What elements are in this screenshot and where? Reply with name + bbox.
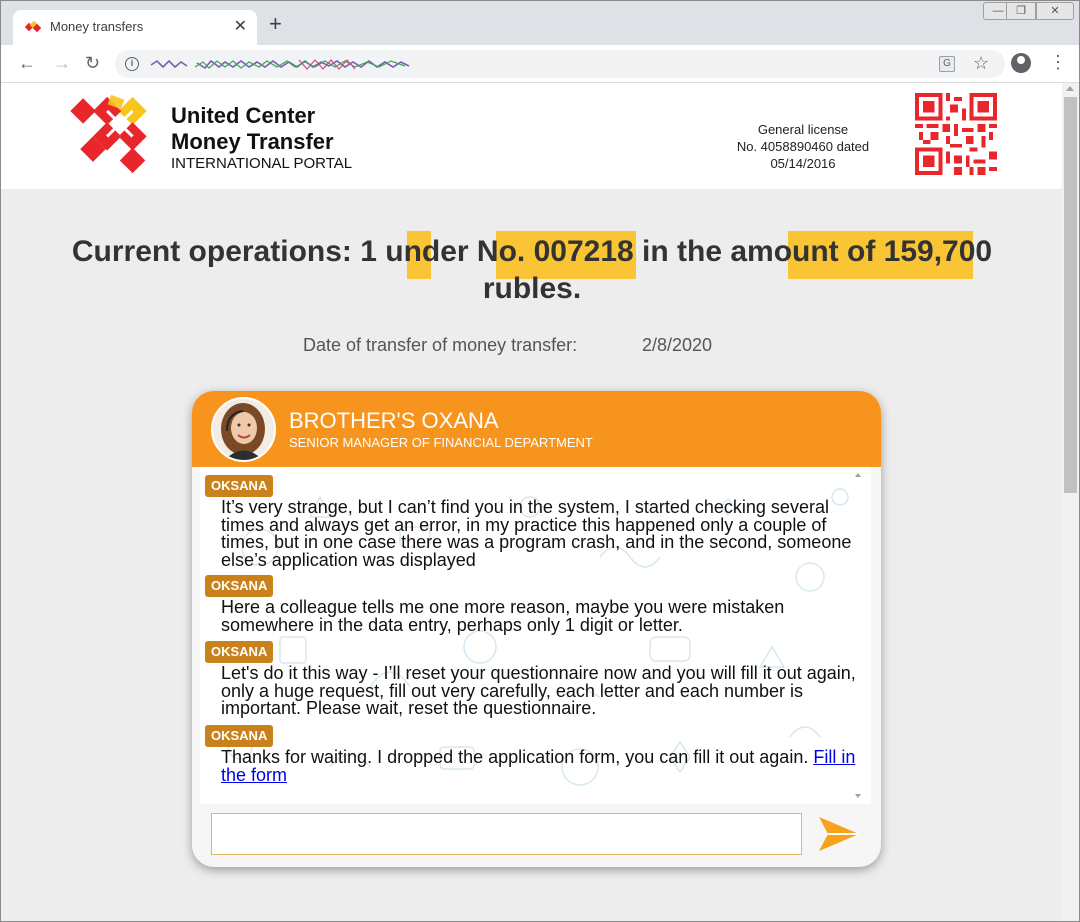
agent-role: SENIOR MANAGER OF FINANCIAL DEPARTMENT — [289, 435, 593, 450]
chat-message: Let's do it this way - I’ll reset your q… — [221, 663, 856, 718]
license-line-1: General license — [757, 122, 849, 137]
star-icon[interactable]: ☆ — [973, 53, 989, 74]
brand-line-1: United Center — [171, 103, 316, 128]
address-bar[interactable]: i G ☆ — [115, 50, 1005, 78]
chat-messages[interactable]: OKSANA It’s very strange, but I can’t fi… — [200, 467, 871, 804]
agent-name: BROTHER'S OXANA — [289, 408, 499, 433]
forward-button[interactable]: → — [53, 53, 71, 73]
chat-message-input[interactable] — [211, 813, 802, 855]
chat-header: BROTHER'S OXANA SENIOR MANAGER OF FINANC… — [192, 391, 881, 467]
chat-message: Here a colleague tells me one more reaso… — [221, 597, 785, 635]
transfer-date-label: Date of transfer of money transfer: — [303, 335, 578, 355]
messages-scrollbar[interactable] — [852, 467, 864, 804]
chat-message: It’s very strange, but I can’t find you … — [221, 497, 852, 570]
license-info: General license No. 4058890460 dated 05/… — [713, 121, 893, 172]
browser-toolbar: ← → ↻ i G ☆ ⋮ — [1, 45, 1079, 83]
transfer-date-value: 2/8/2020 — [642, 335, 713, 355]
maximize-button[interactable]: ❐ — [1006, 2, 1036, 20]
tab-close-icon[interactable]: ✕ — [234, 16, 247, 36]
brand-tagline: INTERNATIONAL PORTAL — [171, 155, 353, 172]
license-line-3: 05/14/2016 — [770, 156, 836, 171]
chat-message: Thanks for waiting. I dropped the applic… — [221, 747, 861, 784]
new-tab-button[interactable]: + — [269, 13, 282, 35]
sender-badge: OKSANA — [205, 725, 274, 747]
tab-title: Money transfers — [50, 19, 144, 34]
license-line-2: No. 4058890460 dated — [736, 139, 870, 154]
scroll-up-icon[interactable] — [1066, 86, 1074, 91]
qr-code — [915, 93, 997, 175]
info-icon[interactable]: i — [125, 57, 139, 71]
sender-badge: OKSANA — [205, 641, 274, 663]
translate-icon[interactable]: G — [939, 56, 955, 72]
chat-message-text: Thanks for waiting. I dropped the applic… — [221, 747, 814, 767]
reload-button[interactable]: ↻ — [85, 53, 100, 73]
site-header: United Center Money Transfer INTERNATION… — [1, 83, 1062, 189]
back-button[interactable]: ← — [18, 53, 36, 73]
brand-line-2: Money Transfer — [171, 129, 334, 154]
profile-icon[interactable] — [1011, 53, 1031, 73]
send-arrow-icon[interactable] — [816, 811, 862, 857]
sender-badge: OKSANA — [205, 575, 274, 597]
redacted-url — [150, 59, 410, 70]
scroll-thumb[interactable] — [1064, 97, 1077, 493]
tab-strip: Money transfers ✕ + — ❐ ✕ — [1, 1, 1079, 45]
agent-avatar — [211, 397, 276, 462]
tab-money-transfers[interactable]: Money transfers ✕ — [13, 10, 257, 45]
page-scrollbar[interactable] — [1062, 83, 1079, 921]
favicon-icon — [25, 21, 41, 33]
company-logo — [70, 94, 147, 174]
chat-widget: BROTHER'S OXANA SENIOR MANAGER OF FINANC… — [192, 391, 881, 867]
close-window-button[interactable]: ✕ — [1036, 2, 1074, 20]
sender-badge: OKSANA — [205, 475, 274, 497]
menu-icon[interactable]: ⋮ — [1049, 53, 1067, 71]
page-viewport: United Center Money Transfer INTERNATION… — [1, 83, 1062, 921]
browser-window: Money transfers ✕ + — ❐ ✕ ← → ↻ i G ☆ ⋮ — [0, 0, 1080, 922]
operation-headline: Current operations: 1 under No. 007218 i… — [71, 235, 993, 305]
